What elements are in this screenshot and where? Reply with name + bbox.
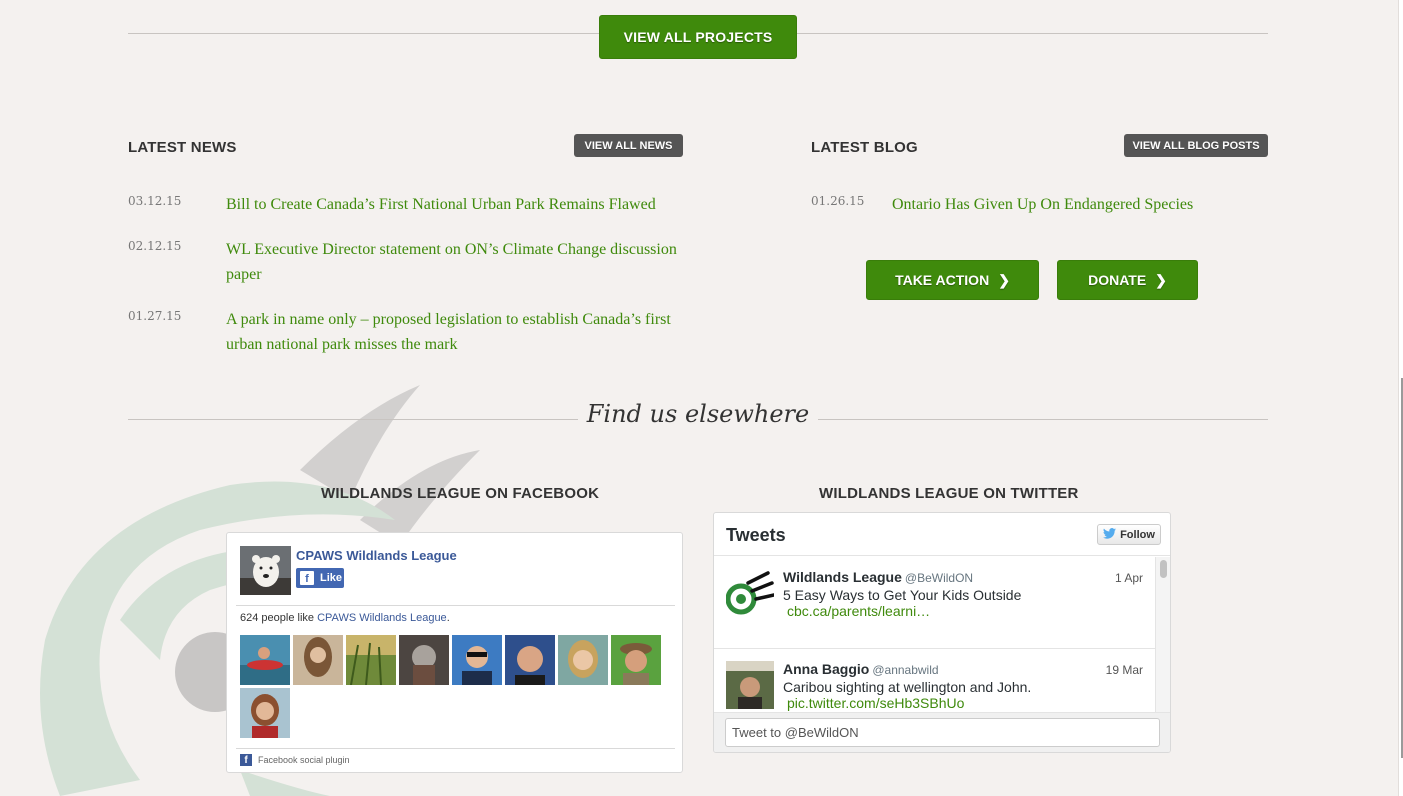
- news-item: 03.12.15 Bill to Create Canada’s First N…: [128, 192, 686, 217]
- tweet-link[interactable]: cbc.ca/parents/learni…: [787, 603, 930, 619]
- tweet-text: Caribou sighting at wellington and John.: [783, 679, 1032, 695]
- divider-line: [236, 605, 675, 606]
- find-us-title: Find us elsewhere: [586, 400, 810, 428]
- like-count-suffix: .: [446, 612, 450, 624]
- scrollbar-thumb[interactable]: [1160, 560, 1167, 578]
- take-action-button[interactable]: TAKE ACTION ❯: [866, 260, 1039, 300]
- fan-avatar[interactable]: [611, 635, 661, 685]
- view-all-news-button[interactable]: VIEW ALL NEWS: [574, 134, 683, 157]
- donate-label: DONATE: [1088, 272, 1147, 288]
- decorative-swoosh: [40, 385, 480, 796]
- follow-label: Follow: [1120, 528, 1155, 541]
- latest-blog-title: LATEST BLOG: [811, 139, 918, 156]
- twitter-widget: Tweets Follow Wildlands League @BeWildON …: [713, 512, 1171, 753]
- news-date: 01.27.15: [128, 309, 182, 323]
- news-link[interactable]: A park in name only – proposed legislati…: [226, 307, 686, 357]
- fan-avatar[interactable]: [558, 635, 608, 685]
- wildlands-logo-avatar[interactable]: [726, 569, 774, 617]
- tweet-author[interactable]: Wildlands League @BeWildON: [783, 569, 973, 585]
- page-avatar[interactable]: [240, 546, 291, 595]
- news-item: 01.27.15 A park in name only – proposed …: [128, 307, 686, 357]
- tweet-input[interactable]: Tweet to @BeWildON: [725, 718, 1160, 747]
- twitter-header: Tweets Follow: [714, 513, 1170, 556]
- like-count-prefix: 624 people like: [240, 612, 318, 624]
- fan-avatar[interactable]: [240, 635, 290, 685]
- tweet-date[interactable]: 19 Mar: [1106, 663, 1143, 677]
- tweet-handle: @BeWildON: [904, 571, 974, 585]
- take-action-label: TAKE ACTION: [895, 272, 990, 288]
- tweet-handle: @annabwild: [872, 663, 939, 677]
- facebook-section-title: WILDLANDS LEAGUE ON FACEBOOK: [321, 485, 600, 502]
- divider-line: [128, 419, 578, 420]
- latest-news-title: LATEST NEWS: [128, 139, 237, 156]
- tweet-author-name: Wildlands League: [783, 569, 902, 585]
- news-date: 03.12.15: [128, 194, 182, 208]
- divider-line: [818, 419, 1268, 420]
- page-link[interactable]: CPAWS Wildlands League: [317, 612, 447, 624]
- tweet: Wildlands League @BeWildON 1 Apr 5 Easy W…: [714, 557, 1155, 649]
- news-link[interactable]: Bill to Create Canada’s First National U…: [226, 192, 686, 217]
- tweet-author[interactable]: Anna Baggio @annabwild: [783, 661, 939, 677]
- chevron-right-icon: ❯: [1155, 271, 1167, 288]
- tweet-text: 5 Easy Ways to Get Your Kids Outside: [783, 587, 1022, 603]
- news-date: 02.12.15: [128, 239, 182, 253]
- news-link[interactable]: WL Executive Director statement on ON’s …: [226, 237, 686, 287]
- tweets-title: Tweets: [726, 525, 786, 545]
- facebook-widget: CPAWS Wildlands League f Like 624 people…: [226, 532, 683, 773]
- fan-avatar[interactable]: [452, 635, 502, 685]
- like-label: Like: [320, 572, 343, 584]
- tweet-author-avatar[interactable]: [726, 661, 774, 709]
- facebook-icon: f: [240, 754, 252, 766]
- facebook-like-count: 624 people like CPAWS Wildlands League.: [240, 612, 450, 624]
- view-all-blog-posts-button[interactable]: VIEW ALL BLOG POSTS: [1124, 134, 1268, 157]
- facebook-page-name[interactable]: CPAWS Wildlands League: [296, 548, 457, 563]
- divider-line: [236, 748, 675, 749]
- fan-avatar[interactable]: [240, 688, 290, 738]
- tweet-link[interactable]: pic.twitter.com/seHb3SBhUo: [787, 695, 964, 711]
- tweet-list-scrollbar[interactable]: [1155, 557, 1170, 712]
- blog-link[interactable]: Ontario Has Given Up On Endangered Speci…: [892, 192, 1268, 217]
- chevron-right-icon: ❯: [998, 271, 1010, 288]
- tweet-composer: Tweet to @BeWildON: [714, 712, 1170, 752]
- tweet-date[interactable]: 1 Apr: [1115, 571, 1143, 585]
- view-all-projects-button[interactable]: VIEW ALL PROJECTS: [599, 15, 797, 59]
- tweet-author-name: Anna Baggio: [783, 661, 870, 677]
- twitter-section-title: WILDLANDS LEAGUE ON TWITTER: [819, 485, 1079, 502]
- tweet-list: Wildlands League @BeWildON 1 Apr 5 Easy W…: [714, 557, 1155, 712]
- facebook-footer-text[interactable]: Facebook social plugin: [258, 755, 350, 765]
- facebook-footer: f Facebook social plugin: [240, 754, 350, 766]
- fan-avatar[interactable]: [293, 635, 343, 685]
- donate-button[interactable]: DONATE ❯: [1057, 260, 1198, 300]
- facebook-icon: f: [300, 571, 314, 585]
- news-item: 02.12.15 WL Executive Director statement…: [128, 237, 686, 287]
- blog-item: 01.26.15 Ontario Has Given Up On Endange…: [811, 192, 1268, 217]
- fan-avatar[interactable]: [346, 635, 396, 685]
- tweet: Anna Baggio @annabwild 19 Mar Caribou sig…: [714, 649, 1155, 712]
- facebook-like-button[interactable]: f Like: [296, 568, 344, 588]
- blog-date: 01.26.15: [811, 194, 865, 208]
- fan-avatar[interactable]: [505, 635, 555, 685]
- twitter-bird-icon: [1103, 527, 1117, 542]
- twitter-follow-button[interactable]: Follow: [1097, 524, 1161, 545]
- fan-avatar[interactable]: [399, 635, 449, 685]
